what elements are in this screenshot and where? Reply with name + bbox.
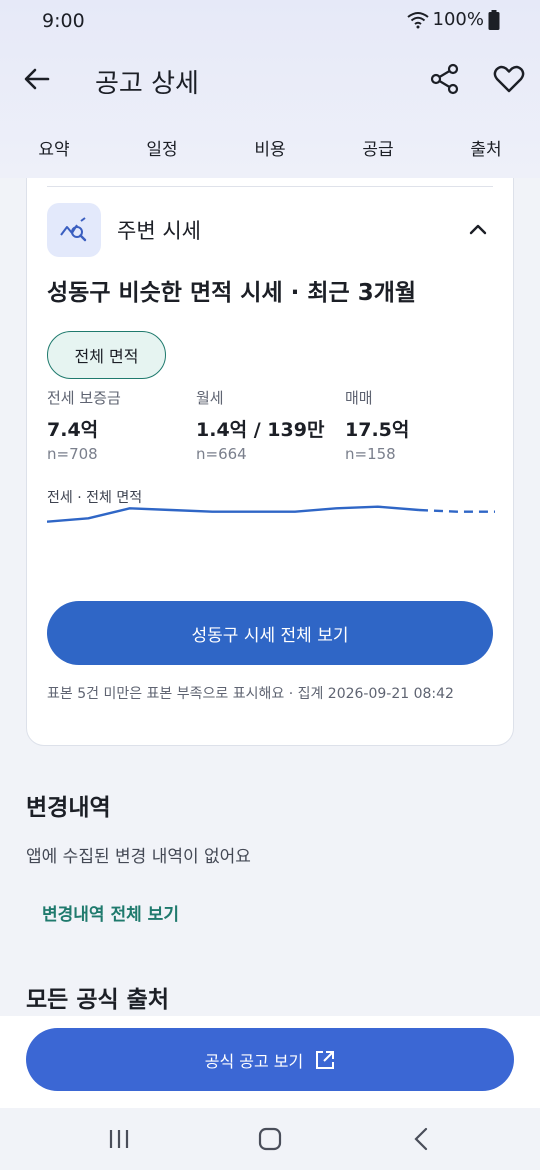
heart-icon: [493, 65, 525, 93]
external-link-icon: [316, 1050, 335, 1069]
status-time: 9:00: [42, 10, 85, 32]
stat-value: 7.4억: [47, 419, 99, 441]
home-button[interactable]: [256, 1126, 284, 1152]
trend-line-chart: [47, 505, 495, 523]
stat-value: 1.4억 / 139만: [196, 419, 325, 441]
tab-summary[interactable]: 요약: [38, 135, 69, 160]
scroll-content[interactable]: 주변 시세 성동구 비슷한 면적 시세 · 최근 3개월 전체 면적 전세 보증…: [0, 178, 540, 1016]
divider: [47, 186, 493, 187]
recent-apps-icon: [109, 1130, 129, 1148]
page-title: 공고 상세: [95, 69, 199, 99]
arrow-left-icon: [24, 68, 50, 90]
bottom-action-bar: 공식 공고 보기: [0, 1016, 540, 1108]
stat-label: 매매: [345, 389, 373, 407]
status-bar: 9:00 100%: [0, 0, 540, 42]
home-icon: [258, 1127, 282, 1151]
sources-title: 모든 공식 출처: [26, 987, 169, 1013]
wifi-icon: [406, 11, 429, 28]
share-icon: [430, 63, 459, 95]
back-button[interactable]: [20, 62, 54, 96]
tab-sources[interactable]: 출처: [470, 135, 501, 160]
status-indicators: 100%: [406, 9, 500, 30]
card-heading: 주변 시세: [117, 219, 201, 243]
top-header-area: 9:00 100% 공고 상세 요약 일정 비용 공급 출처: [0, 0, 540, 178]
sample-footnote: 표본 5건 미만은 표본 부족으로 표시해요 · 집계 2026-09-21 0…: [47, 686, 454, 702]
chart-label: 전세 · 전체 면적: [47, 490, 143, 506]
trend-series-line: [47, 505, 420, 523]
view-official-notice-button[interactable]: 공식 공고 보기: [26, 1028, 514, 1091]
battery-icon: [488, 9, 500, 30]
battery-percent: 100%: [432, 9, 484, 30]
stat-sample-count: n=158: [345, 445, 396, 463]
area-filter-chip[interactable]: 전체 면적: [47, 331, 166, 379]
collapse-button[interactable]: [465, 217, 491, 243]
changes-empty-text: 앱에 수집된 변경 내역이 없어요: [26, 847, 251, 867]
market-price-card: 주변 시세 성동구 비슷한 면적 시세 · 최근 3개월 전체 면적 전세 보증…: [26, 178, 514, 746]
favorite-button[interactable]: [492, 62, 526, 96]
changes-title: 변경내역: [26, 795, 111, 821]
chevron-left-icon: [414, 1127, 428, 1151]
trend-icon-box: [47, 203, 101, 257]
system-nav-bar: [0, 1108, 540, 1170]
tab-supply[interactable]: 공급: [362, 135, 393, 160]
stat-value: 17.5억: [345, 419, 410, 441]
stat-label: 전세 보증금: [47, 389, 121, 407]
app-bar: 공고 상세: [0, 50, 540, 110]
view-all-changes-link[interactable]: 변경내역 전체 보기: [42, 900, 179, 925]
trend-series-dashed-line: [418, 508, 495, 513]
trend-search-icon: [60, 217, 87, 242]
recent-apps-button[interactable]: [105, 1126, 133, 1152]
tab-cost[interactable]: 비용: [254, 135, 285, 160]
chevron-up-icon: [469, 224, 487, 235]
tab-schedule[interactable]: 일정: [146, 135, 177, 160]
section-tabs: 요약 일정 비용 공급 출처: [0, 124, 540, 172]
stat-label: 월세: [196, 389, 224, 407]
stat-sample-count: n=708: [47, 445, 98, 463]
official-button-label: 공식 공고 보기: [204, 1051, 304, 1071]
view-district-prices-button[interactable]: 성동구 시세 전체 보기: [47, 601, 493, 665]
stat-sample-count: n=664: [196, 445, 247, 463]
share-button[interactable]: [428, 62, 462, 96]
system-back-button[interactable]: [408, 1126, 436, 1152]
card-subtitle: 성동구 비슷한 면적 시세 · 최근 3개월: [47, 280, 417, 306]
